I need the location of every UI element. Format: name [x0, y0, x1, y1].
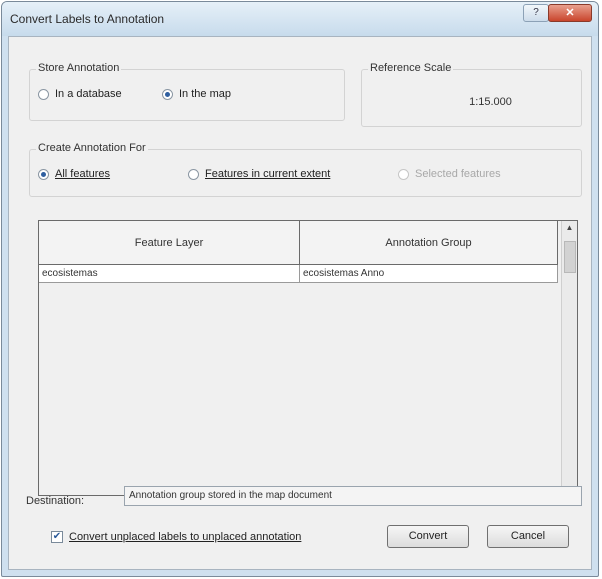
help-icon: ? [533, 7, 539, 18]
close-icon: ✕ [565, 7, 575, 19]
scroll-up-arrow-icon[interactable]: ▲ [562, 223, 577, 232]
cancel-button[interactable]: Cancel [487, 525, 569, 548]
reference-scale-value: 1:15.000 [469, 96, 512, 108]
radio-all-features-dot [38, 168, 49, 180]
convert-button[interactable]: Convert [387, 525, 469, 548]
cell-annotation-group[interactable]: ecosistemas Anno [300, 265, 558, 283]
grid-vertical-scrollbar[interactable]: ▲ ▼ [561, 221, 577, 495]
radio-all-features-label: All features [55, 168, 111, 180]
help-button[interactable]: ? [523, 4, 549, 22]
checkbox-check-icon: ✔ [51, 531, 63, 543]
create-annotation-for-group: Create Annotation For All features Featu… [29, 142, 582, 197]
radio-selected-features[interactable]: Selected features [398, 168, 501, 180]
column-header-feature-layer[interactable]: Feature Layer [39, 221, 300, 265]
radio-all-features[interactable]: All features [38, 168, 110, 180]
radio-in-map[interactable]: In the map [162, 88, 231, 100]
convert-unplaced-checkbox[interactable]: ✔ Convert unplaced labels to unplaced an… [51, 531, 301, 543]
close-button[interactable]: ✕ [548, 4, 592, 22]
layer-grid[interactable]: Feature Layer Annotation Group ecosistem… [38, 220, 578, 496]
dialog-window: Convert Labels to Annotation ? ✕ Store A… [1, 1, 599, 577]
cell-feature-layer[interactable]: ecosistemas [39, 265, 300, 283]
radio-current-extent-dot [188, 168, 199, 180]
title-bar[interactable]: Convert Labels to Annotation ? ✕ [2, 2, 598, 36]
radio-in-database[interactable]: In a database [38, 88, 122, 100]
radio-selected-features-label: Selected features [415, 168, 501, 180]
reference-scale-legend: Reference Scale [368, 62, 454, 74]
store-annotation-legend: Store Annotation [36, 62, 122, 74]
radio-in-database-dot [38, 88, 49, 100]
destination-label: Destination: [26, 495, 85, 507]
radio-selected-features-dot [398, 168, 409, 180]
destination-field: Annotation group stored in the map docum… [124, 486, 582, 506]
reference-scale-group: Reference Scale 1:15.000 [361, 62, 582, 127]
column-header-feature-layer-label: Feature Layer [134, 236, 204, 249]
convert-unplaced-label: Convert unplaced labels to unplaced anno… [69, 531, 302, 543]
radio-current-extent-label: Features in current extent [205, 168, 331, 180]
radio-current-extent[interactable]: Features in current extent [188, 168, 330, 180]
column-header-annotation-group-label: Annotation Group [385, 236, 472, 249]
window-title: Convert Labels to Annotation [10, 12, 165, 26]
dialog-body: Store Annotation In a database In the ma… [8, 36, 592, 570]
radio-in-map-dot [162, 88, 173, 100]
scroll-thumb[interactable] [564, 241, 576, 273]
store-annotation-group: Store Annotation In a database In the ma… [29, 62, 345, 121]
create-annotation-for-legend: Create Annotation For [36, 142, 148, 154]
column-header-annotation-group[interactable]: Annotation Group [300, 221, 558, 265]
radio-in-database-label: In a database [55, 88, 122, 100]
radio-in-map-label: In the map [179, 88, 231, 100]
